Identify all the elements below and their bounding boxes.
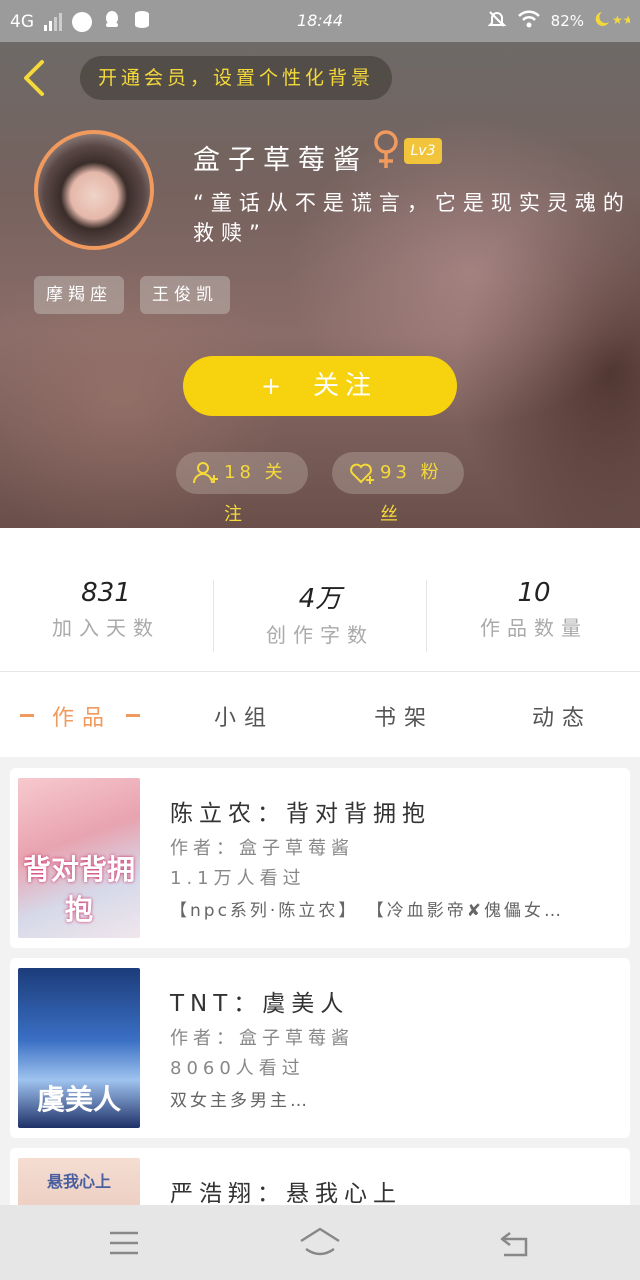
username: 盒子草莓酱 — [193, 145, 368, 176]
tab-activity[interactable]: 动态 — [532, 700, 592, 732]
menu-icon — [110, 1231, 138, 1255]
profile-header: 开通会员，设置个性化背景 盒子草莓酱 Lv3 “童话从不是谎言，它是现实灵魂的救… — [0, 42, 640, 528]
female-icon — [372, 130, 400, 174]
return-icon — [500, 1232, 528, 1257]
mute-icon — [487, 9, 507, 33]
stat-works-count: 10 作品数量 — [428, 578, 640, 641]
stat-join-days: 831 加入天数 — [0, 578, 212, 641]
stat-value: 10 — [517, 578, 551, 608]
stat-value: 4万 — [298, 584, 342, 614]
book-author: 作者：盒子草莓酱 — [170, 838, 354, 859]
avatar[interactable] — [34, 130, 154, 250]
following-button[interactable]: 18 关注 — [176, 452, 308, 525]
tab-indicator-left — [20, 714, 34, 717]
tag-idol[interactable]: 王俊凯 — [140, 276, 230, 314]
home-button[interactable] — [298, 1225, 342, 1265]
divider — [426, 580, 427, 652]
chevron-left-icon — [24, 60, 44, 96]
home-icon — [300, 1227, 340, 1256]
follow-label: 关注 — [313, 371, 378, 401]
status-bar: 4G 18:44 82% ★★ — [0, 0, 640, 42]
book-title: 严浩翔：悬我心上 — [170, 1181, 402, 1207]
book-title: 陈立农：背对背拥抱 — [170, 801, 431, 827]
system-nav-bar — [0, 1205, 640, 1280]
add-user-icon — [193, 462, 218, 484]
back-nav-button[interactable] — [498, 1229, 532, 1263]
cover-title: 虞美人 — [36, 1083, 121, 1116]
signature: “童话从不是谎言，它是现实灵魂的救赎” — [193, 191, 631, 245]
stat-label: 创作字数 — [266, 623, 374, 647]
cover-title: 悬我心上 — [46, 1172, 111, 1191]
book-views: 8060人看过 — [170, 1058, 305, 1079]
plus-icon: + — [261, 372, 288, 400]
book-author: 作者：盒子草莓酱 — [170, 1028, 354, 1049]
battery-icon: ★★ — [594, 9, 634, 33]
heart-plus-icon — [350, 463, 374, 484]
stat-value: 831 — [81, 578, 131, 608]
book-cover: 虞美人 — [18, 968, 140, 1128]
book-views: 1.1万人看过 — [170, 868, 306, 889]
vip-background-tip[interactable]: 开通会员，设置个性化背景 — [80, 56, 392, 100]
tab-indicator-right — [126, 714, 140, 717]
tab-works[interactable]: 作品 — [52, 700, 112, 732]
stats-panel: 831 加入天数 4万 创作字数 10 作品数量 — [0, 528, 640, 671]
book-card[interactable]: 背对背拥抱 陈立农：背对背拥抱 作者：盒子草莓酱 1.1万人看过 【npc系列·… — [10, 768, 630, 948]
battery-label: 82% — [550, 12, 584, 30]
book-card[interactable]: 虞美人 TNT：虞美人 作者：盒子草莓酱 8060人看过 双女主多男主… — [10, 958, 630, 1138]
stat-label: 加入天数 — [52, 616, 160, 640]
book-title: TNT：虞美人 — [170, 991, 350, 1017]
follow-button[interactable]: + 关注 — [183, 356, 457, 416]
wifi-icon — [517, 9, 541, 33]
following-count: 18 关注 — [224, 462, 287, 525]
tab-bar: 作品 小组 书架 动态 — [0, 671, 640, 757]
tab-groups[interactable]: 小组 — [214, 700, 274, 732]
back-button[interactable] — [18, 56, 50, 100]
stat-word-count: 4万 创作字数 — [214, 578, 426, 648]
fans-count: 93 粉丝 — [380, 462, 443, 525]
level-badge: Lv3 — [404, 138, 442, 164]
menu-button[interactable] — [108, 1229, 140, 1261]
book-tags: 双女主多男主… — [170, 1091, 310, 1111]
fans-button[interactable]: 93 粉丝 — [332, 452, 464, 525]
cover-title: 背对背拥抱 — [22, 853, 135, 926]
book-tags: 【npc系列·陈立农】 【冷血影帝✘傀儡女… — [170, 901, 564, 921]
stat-label: 作品数量 — [480, 616, 588, 640]
tag-zodiac[interactable]: 摩羯座 — [34, 276, 124, 314]
tab-bookshelf[interactable]: 书架 — [374, 700, 434, 732]
book-cover: 背对背拥抱 — [18, 778, 140, 938]
svg-text:★★: ★★ — [612, 13, 630, 27]
